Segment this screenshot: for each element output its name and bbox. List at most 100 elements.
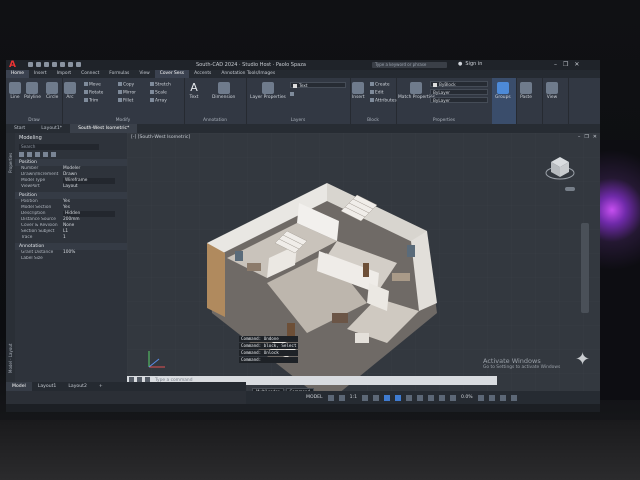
- new-file-icon[interactable]: [28, 62, 33, 67]
- open-file-icon[interactable]: [36, 62, 41, 67]
- add-layout-button[interactable]: +: [93, 382, 109, 391]
- tab-accents[interactable]: Accents: [189, 70, 216, 78]
- customize-status-icon[interactable]: [510, 394, 517, 401]
- house-3d-model[interactable]: [127, 133, 600, 391]
- rotate-button[interactable]: Rotate: [84, 90, 103, 96]
- paste-tool[interactable]: Paste: [520, 82, 532, 100]
- tab-home[interactable]: Home: [6, 70, 29, 78]
- toggle-pickadd-icon[interactable]: [35, 152, 40, 157]
- undo-icon[interactable]: [68, 62, 73, 67]
- minimize-icon[interactable]: –: [554, 61, 557, 68]
- polyline-tool[interactable]: Polyline: [24, 82, 41, 100]
- annotation-scale[interactable]: 1:1: [350, 395, 357, 400]
- property-row[interactable]: Trace 1: [15, 235, 127, 241]
- properties-section-header[interactable]: Annotation: [15, 243, 127, 250]
- tab-annotation-tools[interactable]: Annotation Tools/Images: [216, 70, 280, 78]
- wcs-menu-icon[interactable]: [565, 187, 575, 191]
- line-tool[interactable]: Line: [9, 82, 21, 100]
- layer-properties-tool[interactable]: Layer Properties: [250, 82, 286, 100]
- tab-layout2[interactable]: Layout2: [62, 382, 93, 391]
- navigation-bar[interactable]: [581, 223, 589, 313]
- tab-south-west-isometric[interactable]: South-West Isometric*: [70, 124, 138, 133]
- otrack-icon[interactable]: [395, 394, 401, 401]
- properties-section-header[interactable]: Position: [15, 159, 127, 166]
- tab-cover-sess[interactable]: Cover Sess: [154, 70, 190, 78]
- tab-connect[interactable]: Connect: [76, 70, 104, 78]
- redo-icon[interactable]: [76, 62, 81, 67]
- tab-formulas[interactable]: Formulas: [104, 70, 134, 78]
- color-dropdown[interactable]: ByBlock: [430, 81, 488, 87]
- annotation-panel-label[interactable]: Annotation: [184, 118, 246, 123]
- dynamic-ucs-icon[interactable]: [439, 394, 445, 401]
- scale-button[interactable]: Scale: [150, 90, 167, 96]
- save-icon[interactable]: [44, 62, 49, 67]
- edit-block-button[interactable]: Edit: [370, 90, 384, 96]
- drawing-viewport[interactable]: [-] [South-West Isometric] – ❐ ✕: [127, 133, 600, 391]
- fullscreen-icon[interactable]: [499, 394, 506, 401]
- tab-layout1[interactable]: Layout1*: [33, 124, 70, 133]
- property-value[interactable]: 1: [63, 235, 66, 241]
- tab-import[interactable]: Import: [52, 70, 77, 78]
- trim-button[interactable]: Trim: [84, 98, 98, 104]
- restore-icon[interactable]: ❐: [563, 61, 568, 68]
- layer-dropdown[interactable]: Text: [290, 82, 346, 88]
- osnap-icon[interactable]: [384, 394, 390, 401]
- sign-in-button[interactable]: ● Sign in: [458, 61, 482, 67]
- tab-start[interactable]: Start: [6, 124, 33, 133]
- snap-icon[interactable]: [338, 394, 345, 401]
- groups-tool[interactable]: Groups: [495, 82, 511, 100]
- block-panel-label[interactable]: Block: [350, 118, 396, 123]
- search-input[interactable]: Type a keyword or phrase: [372, 62, 447, 68]
- zoom-readout[interactable]: 0.0%: [461, 395, 473, 400]
- property-row[interactable]: ViewPort Layout: [15, 184, 127, 190]
- selection-cycling-icon[interactable]: [428, 394, 434, 401]
- draw-panel-label[interactable]: Draw: [6, 118, 62, 123]
- settings-icon[interactable]: [51, 152, 56, 157]
- properties-section-header[interactable]: Position: [15, 192, 127, 199]
- save-as-icon[interactable]: [52, 62, 57, 67]
- view-tool[interactable]: View: [546, 82, 558, 100]
- lineweight-icon[interactable]: [406, 394, 412, 401]
- quick-select-icon[interactable]: [19, 152, 24, 157]
- grid-icon[interactable]: [327, 394, 334, 401]
- palette-search-input[interactable]: Search: [19, 144, 99, 150]
- units-icon[interactable]: [450, 394, 456, 401]
- filter-icon[interactable]: [43, 152, 48, 157]
- array-button[interactable]: Array: [150, 98, 167, 104]
- workspace-icon[interactable]: [477, 394, 484, 401]
- insert-block-tool[interactable]: Insert: [352, 82, 365, 100]
- property-value[interactable]: Layout: [63, 184, 78, 190]
- layers-panel-label[interactable]: Layers: [246, 118, 350, 123]
- select-objects-icon[interactable]: [27, 152, 32, 157]
- tab-layout1[interactable]: Layout1: [32, 382, 63, 391]
- app-logo-icon[interactable]: A: [9, 61, 21, 70]
- create-block-button[interactable]: Create: [370, 82, 390, 88]
- model-space-button[interactable]: MODEL: [306, 395, 323, 400]
- circle-tool[interactable]: Circle: [46, 82, 58, 100]
- modify-panel-label[interactable]: Modify: [62, 118, 184, 123]
- polar-icon[interactable]: [373, 394, 379, 401]
- layer-tools-row[interactable]: [290, 92, 295, 98]
- ortho-icon[interactable]: [362, 394, 368, 401]
- move-button[interactable]: Move: [84, 82, 101, 88]
- dimension-tool[interactable]: Dimension: [212, 82, 235, 100]
- property-row[interactable]: Label Size: [15, 256, 127, 262]
- mirror-button[interactable]: Mirror: [118, 90, 136, 96]
- linetype-dropdown[interactable]: ByLayer: [430, 89, 488, 95]
- text-tool[interactable]: A Text: [188, 82, 200, 101]
- copy-button[interactable]: Copy: [118, 82, 134, 88]
- print-icon[interactable]: [60, 62, 65, 67]
- tab-view[interactable]: View: [134, 70, 154, 78]
- isolate-icon[interactable]: [488, 394, 495, 401]
- tab-model[interactable]: Model: [6, 382, 32, 391]
- viewcube[interactable]: [545, 153, 575, 183]
- close-icon[interactable]: ✕: [574, 61, 579, 68]
- property-value[interactable]: 100%: [63, 250, 75, 256]
- arc-tool[interactable]: Arc: [64, 82, 76, 100]
- transparency-icon[interactable]: [417, 394, 423, 401]
- attributes-button[interactable]: Attributes: [370, 98, 397, 104]
- lineweight-dropdown[interactable]: ByLayer: [430, 97, 488, 103]
- stretch-button[interactable]: Stretch: [150, 82, 171, 88]
- tab-insert[interactable]: Insert: [29, 70, 52, 78]
- properties-panel-label[interactable]: Properties: [396, 118, 492, 123]
